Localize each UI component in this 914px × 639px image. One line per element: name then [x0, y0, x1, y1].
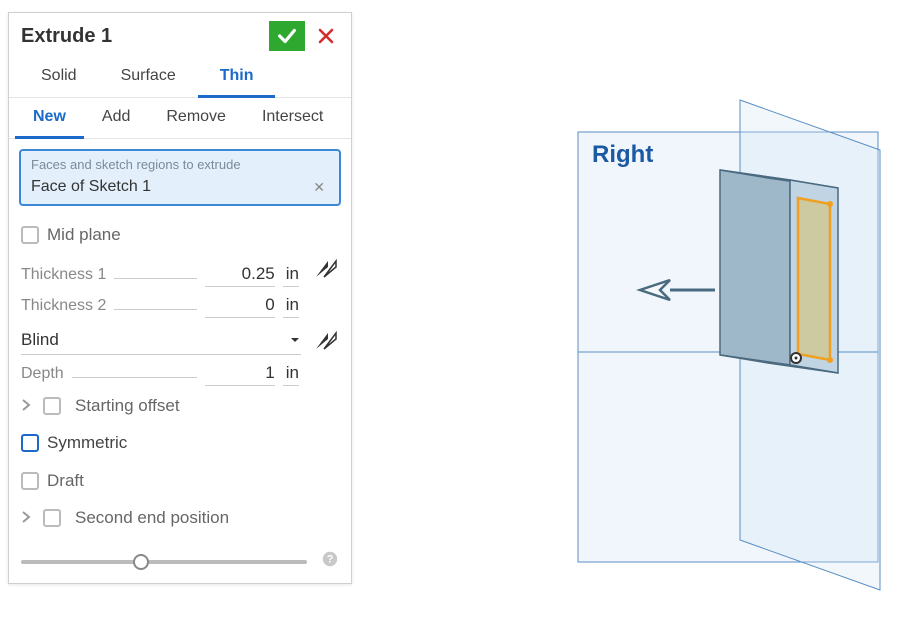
- panel-title: Extrude 1: [21, 25, 112, 48]
- chevron-right-icon: [21, 511, 31, 523]
- selection-hint: Faces and sketch regions to extrude: [31, 157, 329, 172]
- starting-offset-checkbox[interactable]: [43, 397, 61, 415]
- tab-new[interactable]: New: [15, 98, 84, 139]
- confirm-button[interactable]: [269, 21, 305, 51]
- tab-intersect[interactable]: Intersect: [244, 98, 341, 138]
- thickness2-label: Thickness 2: [21, 297, 106, 315]
- svg-text:?: ?: [327, 554, 334, 566]
- depth-row: Depth in: [9, 357, 351, 388]
- flip-icon: [314, 331, 338, 351]
- extrude-panel: Extrude 1 Solid Surface Thin New Add Rem…: [8, 12, 352, 584]
- panel-header: Extrude 1: [9, 13, 351, 57]
- selection-value-row: Face of Sketch 1 ✕: [31, 178, 329, 196]
- draft-label: Draft: [47, 471, 84, 491]
- tab-solid[interactable]: Solid: [19, 57, 99, 97]
- extruded-body[interactable]: [720, 170, 838, 373]
- thickness1-unit: in: [283, 262, 299, 287]
- help-button[interactable]: ?: [321, 550, 339, 573]
- tab-remove[interactable]: Remove: [148, 98, 244, 138]
- depth-label: Depth: [21, 365, 64, 383]
- viewport-canvas: Right: [360, 0, 914, 634]
- second-end-checkbox[interactable]: [43, 509, 61, 527]
- second-end-row: Second end position: [9, 500, 351, 536]
- symmetric-row: Symmetric: [9, 424, 351, 462]
- operation-tabs: New Add Remove Intersect: [9, 98, 351, 139]
- end-type-row: Blind: [9, 320, 351, 357]
- chevron-down-icon: [289, 334, 301, 346]
- end-type-value: Blind: [21, 330, 59, 350]
- selection-clear[interactable]: ✕: [309, 179, 329, 196]
- thickness2-input[interactable]: [205, 293, 275, 318]
- header-actions: [269, 21, 339, 51]
- flip-icon: [314, 259, 338, 279]
- selected-face[interactable]: [798, 198, 830, 360]
- chevron-right-icon: [21, 399, 31, 411]
- thickness1-row: Thickness 1 in: [9, 254, 351, 289]
- panel-footer: ?: [9, 536, 351, 583]
- tab-add[interactable]: Add: [84, 98, 148, 138]
- opacity-slider[interactable]: [21, 560, 307, 564]
- depth-input[interactable]: [205, 361, 275, 386]
- selection-value: Face of Sketch 1: [31, 178, 151, 196]
- starting-offset-row: Starting offset: [9, 388, 351, 424]
- starting-offset-label: Starting offset: [75, 396, 180, 416]
- end-type-select[interactable]: Blind: [21, 326, 301, 355]
- thickness2-unit: in: [283, 293, 299, 318]
- draft-row: Draft: [9, 462, 351, 500]
- symmetric-checkbox[interactable]: [21, 434, 39, 452]
- type-tabs: Solid Surface Thin: [9, 57, 351, 98]
- slider-thumb[interactable]: [133, 554, 149, 570]
- thickness1-input[interactable]: [205, 262, 275, 287]
- plane-label: Right: [592, 141, 653, 168]
- thickness2-row: Thickness 2 in: [9, 289, 351, 320]
- depth-unit: in: [283, 361, 299, 386]
- check-icon: [276, 25, 298, 47]
- help-icon: ?: [321, 550, 339, 568]
- tab-surface[interactable]: Surface: [99, 57, 198, 97]
- midplane-label: Mid plane: [47, 225, 121, 245]
- symmetric-label: Symmetric: [47, 433, 127, 453]
- tab-thin[interactable]: Thin: [198, 57, 276, 98]
- midplane-checkbox[interactable]: [21, 226, 39, 244]
- thickness1-flip[interactable]: [313, 258, 339, 280]
- selection-box[interactable]: Faces and sketch regions to extrude Face…: [19, 149, 341, 206]
- second-end-expand[interactable]: [21, 510, 37, 526]
- direction-flip[interactable]: [313, 330, 339, 352]
- close-icon: [317, 27, 335, 45]
- cancel-button[interactable]: [313, 21, 339, 51]
- thickness1-label: Thickness 1: [21, 266, 106, 284]
- starting-offset-expand[interactable]: [21, 398, 37, 414]
- draft-checkbox[interactable]: [21, 472, 39, 490]
- 3d-viewport[interactable]: Right: [360, 0, 914, 634]
- second-end-label: Second end position: [75, 508, 229, 528]
- midplane-row: Mid plane: [9, 216, 351, 254]
